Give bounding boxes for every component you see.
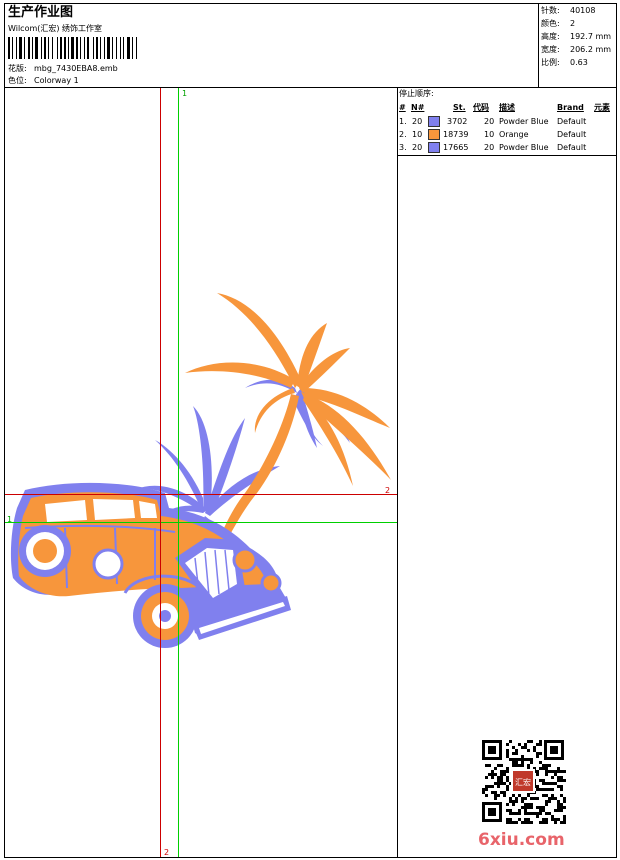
col-n: N# [411, 103, 425, 112]
row-index: 2. [399, 130, 407, 139]
page-title: 生产作业图 [8, 5, 74, 20]
guide-label-red-right: 2 [385, 486, 391, 495]
frame-right [616, 3, 617, 858]
stat-height-label: 高度: [541, 32, 560, 41]
guide-green-horizontal [5, 522, 397, 523]
stat-scale-value: 0.63 [570, 58, 588, 67]
row-desc: Powder Blue [499, 117, 549, 126]
stat-colors-value: 2 [570, 19, 576, 28]
col-hash: # [399, 103, 406, 112]
stat-colors-label: 颜色: [541, 19, 560, 28]
color-swatch [428, 116, 440, 127]
stat-height-value: 192.7 mm [570, 32, 612, 41]
color-swatch [428, 129, 440, 140]
color-swatch [428, 142, 440, 153]
guide-label-green-top: 1 [182, 89, 188, 98]
palm-tree-orange [185, 293, 391, 556]
col-brand: Brand [557, 103, 584, 112]
row-brand: Default [557, 130, 587, 139]
frame-top [4, 3, 617, 4]
svg-text:汇宏: 汇宏 [515, 777, 531, 787]
row-index: 1. [399, 117, 407, 126]
stat-stitches-label: 针数: [541, 6, 560, 15]
table-bottom-divider [397, 155, 617, 156]
row-code: 20 [484, 143, 495, 152]
stat-width-label: 宽度: [541, 45, 560, 54]
row-st: 18739 [443, 130, 469, 139]
row-st: 17665 [443, 143, 469, 152]
row-desc: Powder Blue [499, 143, 549, 152]
colorway-label: 色位: [8, 76, 27, 85]
watermark-site: 6xiu.com [478, 830, 565, 850]
design-file-label: 花版: [8, 64, 27, 73]
stat-scale-label: 比例: [541, 58, 560, 67]
stat-stitches-value: 40108 [570, 6, 596, 15]
stat-width-value: 206.2 mm [570, 45, 612, 54]
row-desc: Orange [499, 130, 529, 139]
row-code: 10 [484, 130, 495, 139]
guide-red-horizontal [5, 494, 397, 495]
design-file: mbg_7430EBA8.emb [34, 64, 118, 73]
qr-code-icon: 汇宏 [480, 738, 566, 824]
row-n: 20 [412, 117, 423, 126]
row-n: 20 [412, 143, 423, 152]
row-index: 3. [399, 143, 407, 152]
barcode [8, 37, 137, 59]
guide-green-vertical [178, 88, 179, 857]
col-st: St. [453, 103, 466, 112]
studio-name: Wilcom(汇宏) 绣饰工作室 [8, 24, 103, 33]
row-st: 3702 [447, 117, 468, 126]
colorway-value: Colorway 1 [34, 76, 79, 85]
guide-label-green-left: 1 [7, 515, 13, 524]
col-element: 元素 [594, 103, 610, 112]
guide-label-red-bottom: 2 [164, 848, 170, 857]
vintage-car [10, 482, 291, 648]
row-n: 10 [412, 130, 423, 139]
row-code: 20 [484, 117, 495, 126]
stop-sequence-title: 停止顺序: [399, 89, 434, 98]
panel-divider [397, 87, 398, 858]
col-desc: 描述 [499, 103, 515, 112]
row-brand: Default [557, 143, 587, 152]
row-brand: Default [557, 117, 587, 126]
frame-bottom [4, 857, 617, 858]
stats-divider [538, 3, 539, 88]
guide-red-vertical [160, 88, 161, 857]
embroidery-design [10, 293, 391, 648]
col-code: 代码 [473, 103, 489, 112]
